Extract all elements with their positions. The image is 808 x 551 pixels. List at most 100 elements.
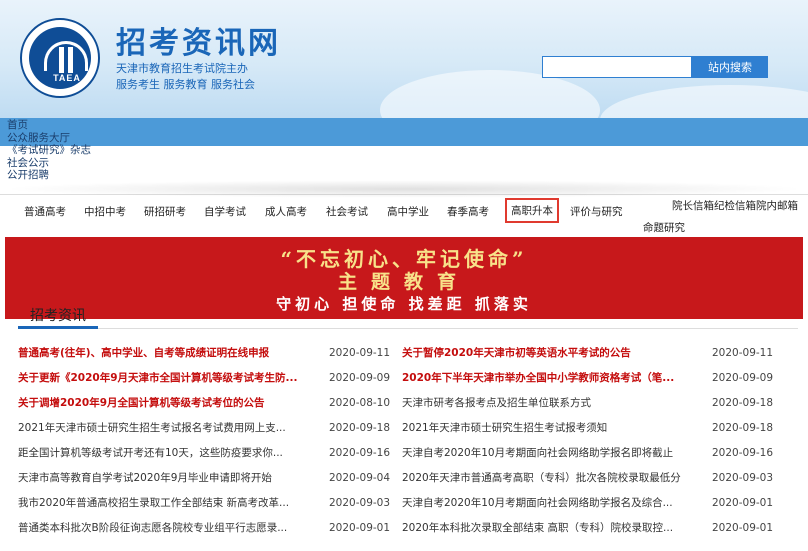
nav-item[interactable]: 自学考试 <box>204 204 246 219</box>
panel-shadow <box>0 180 808 198</box>
news-date: 2020-09-01 <box>712 497 774 509</box>
news-date-cell: 2020-09-16 <box>329 444 395 462</box>
logo-emblem: TAEA <box>29 27 91 89</box>
news-row[interactable]: 普通高考(往年)、高中学业、自考等成绩证明在线申报 <box>18 344 318 362</box>
site-organizer: 天津市教育招生考试院主办 <box>116 62 248 75</box>
news-row[interactable]: 距全国计算机等级考试开考还有10天，这些防疫要求你... <box>18 444 318 462</box>
search-button[interactable]: 站内搜索 <box>692 56 768 78</box>
news-date: 2020-09-09 <box>329 372 391 384</box>
theme-banner[interactable]: “不忘初心、牢记使命” 主题教育 守初心 担使命 找差距 抓落实 <box>5 237 803 319</box>
site-title: 招考资讯网 <box>116 26 281 61</box>
news-row[interactable]: 2021年天津市硕士研究生招生考试报考须知 <box>402 419 702 437</box>
news-row[interactable]: 关于调增2020年9月全国计算机等级考试考位的公告 <box>18 394 318 412</box>
news-row[interactable]: 天津市研考各报考点及招生单位联系方式 <box>402 394 702 412</box>
news-row[interactable]: 关于更新《2020年9月天津市全国计算机等级考试考生防... <box>18 369 318 387</box>
nav-subitem[interactable]: 命题研究 <box>643 220 685 235</box>
news-title[interactable]: 2021年天津市硕士研究生招生考试报考须知 <box>402 422 607 434</box>
news-row[interactable]: 2021年天津市硕士研究生招生考试报名考试费用网上支... <box>18 419 318 437</box>
news-date-cell: 2020-08-10 <box>329 394 395 412</box>
news-title[interactable]: 天津自考2020年10月考期面向社会网络助学报名及综合... <box>402 497 673 509</box>
top-link-public-notice[interactable]: 社会公示 <box>7 157 91 170</box>
news-row[interactable]: 2020年天津市普通高考高职（专科）批次各院校录取最低分 <box>402 469 702 487</box>
news-date: 2020-09-18 <box>329 422 391 434</box>
news-title[interactable]: 2021年天津市硕士研究生招生考试报名考试费用网上支... <box>18 422 286 434</box>
nav-item[interactable]: 研招研考 <box>144 204 186 219</box>
nav-item[interactable]: 高中学业 <box>387 204 429 219</box>
top-link-bar <box>0 118 808 146</box>
news-title[interactable]: 天津市高等教育自学考试2020年9月毕业申请即将开始 <box>18 472 272 484</box>
header-cloud-decoration <box>600 85 808 118</box>
news-date: 2020-09-01 <box>329 522 391 534</box>
news-title[interactable]: 普通类本科批次B阶段征询志愿各院校专业组平行志愿录... <box>18 522 287 534</box>
news-date: 2020-09-11 <box>329 347 391 359</box>
nav-item[interactable]: 春季高考 <box>447 204 489 219</box>
main-nav: 普通高考 中招中考 研招研考 自学考试 成人高考 社会考试 高中学业 春季高考 … <box>0 198 808 238</box>
banner-line-2: 主题教育 <box>337 271 470 293</box>
news-date-cell: 2020-09-18 <box>329 419 395 437</box>
news-row[interactable]: 天津自考2020年10月考期面向社会网络助学报名即将截止 <box>402 444 702 462</box>
news-date-cell: 2020-09-03 <box>329 494 395 512</box>
news-date-cell: 2020-09-18 <box>712 394 778 412</box>
logo-text: TAEA <box>53 73 81 83</box>
news-date-cell: 2020-09-11 <box>712 344 778 362</box>
section-underline <box>18 326 98 329</box>
news-title[interactable]: 我市2020年普通高校招生录取工作全部结束 新高考改革... <box>18 497 289 509</box>
top-link-recruitment[interactable]: 公开招聘 <box>7 169 91 182</box>
news-date-cell: 2020-09-09 <box>712 369 778 387</box>
news-date-cell: 2020-09-11 <box>329 344 395 362</box>
logo-pillar <box>59 47 73 73</box>
news-date: 2020-09-03 <box>329 497 391 509</box>
news-date: 2020-09-01 <box>712 522 774 534</box>
news-date-cell: 2020-09-04 <box>329 469 395 487</box>
news-title[interactable]: 关于更新《2020年9月天津市全国计算机等级考试考生防... <box>18 372 298 384</box>
news-date: 2020-08-10 <box>329 397 391 409</box>
news-title[interactable]: 距全国计算机等级考试开考还有10天，这些防疫要求你... <box>18 447 283 459</box>
news-row[interactable]: 普通类本科批次B阶段征询志愿各院校专业组平行志愿录... <box>18 519 318 537</box>
nav-item[interactable]: 成人高考 <box>265 204 307 219</box>
news-date-cell: 2020-09-16 <box>712 444 778 462</box>
news-date-cell: 2020-09-01 <box>712 519 778 537</box>
news-row[interactable]: 我市2020年普通高校招生录取工作全部结束 新高考改革... <box>18 494 318 512</box>
news-row[interactable]: 天津自考2020年10月考期面向社会网络助学报名及综合... <box>402 494 702 512</box>
nav-item[interactable]: 社会考试 <box>326 204 368 219</box>
news-date-cell: 2020-09-18 <box>712 419 778 437</box>
news-date-cell: 2020-09-01 <box>712 494 778 512</box>
top-link-home[interactable]: 首页 <box>7 119 91 132</box>
news-date: 2020-09-11 <box>712 347 774 359</box>
nav-mailbox-links[interactable]: 院长信箱纪检信箱院内邮箱 <box>672 198 798 213</box>
nav-item-active[interactable]: 高职升本 <box>505 198 559 223</box>
nav-item[interactable]: 评价与研究 <box>570 204 623 219</box>
section-divider <box>18 328 798 329</box>
top-link-service-hall[interactable]: 公众服务大厅 <box>7 132 91 145</box>
nav-item[interactable]: 中招中考 <box>84 204 126 219</box>
news-row[interactable]: 天津市高等教育自学考试2020年9月毕业申请即将开始 <box>18 469 318 487</box>
site-slogan: 服务考生 服务教育 服务社会 <box>116 78 255 91</box>
news-date: 2020-09-18 <box>712 397 774 409</box>
news-date: 2020-09-03 <box>712 472 774 484</box>
news-title[interactable]: 2020年本科批次录取全部结束 高职（专科）院校录取控... <box>402 522 673 534</box>
news-row[interactable]: 关于暂停2020年天津市初等英语水平考试的公告 <box>402 344 702 362</box>
site-logo[interactable]: TAEA <box>20 18 100 98</box>
news-date: 2020-09-04 <box>329 472 391 484</box>
site-header: TAEA 招考资讯网 天津市教育招生考试院主办 服务考生 服务教育 服务社会 站… <box>0 0 808 118</box>
banner-line-3: 守初心 担使命 找差距 抓落实 <box>276 295 532 313</box>
news-title[interactable]: 天津自考2020年10月考期面向社会网络助学报名即将截止 <box>402 447 673 459</box>
news-title[interactable]: 2020年下半年天津市举办全国中小学教师资格考试（笔... <box>402 372 674 384</box>
news-date: 2020-09-16 <box>329 447 391 459</box>
news-date: 2020-09-18 <box>712 422 774 434</box>
top-link-list: 首页 公众服务大厅 《考试研究》杂志 社会公示 公开招聘 <box>7 119 91 182</box>
news-title[interactable]: 普通高考(往年)、高中学业、自考等成绩证明在线申报 <box>18 347 269 359</box>
search-input[interactable] <box>542 56 692 78</box>
news-title[interactable]: 关于暂停2020年天津市初等英语水平考试的公告 <box>402 347 631 359</box>
top-link-journal[interactable]: 《考试研究》杂志 <box>7 144 91 157</box>
news-date-cell: 2020-09-01 <box>329 519 395 537</box>
news-row[interactable]: 2020年下半年天津市举办全国中小学教师资格考试（笔... <box>402 369 702 387</box>
news-date-cell: 2020-09-03 <box>712 469 778 487</box>
nav-item[interactable]: 普通高考 <box>24 204 66 219</box>
news-title[interactable]: 2020年天津市普通高考高职（专科）批次各院校录取最低分 <box>402 472 681 484</box>
news-date-cell: 2020-09-09 <box>329 369 395 387</box>
section-title[interactable]: 招考资讯 <box>30 305 86 325</box>
news-row[interactable]: 2020年本科批次录取全部结束 高职（专科）院校录取控... <box>402 519 702 537</box>
news-title[interactable]: 天津市研考各报考点及招生单位联系方式 <box>402 397 591 409</box>
news-title[interactable]: 关于调增2020年9月全国计算机等级考试考位的公告 <box>18 397 265 409</box>
